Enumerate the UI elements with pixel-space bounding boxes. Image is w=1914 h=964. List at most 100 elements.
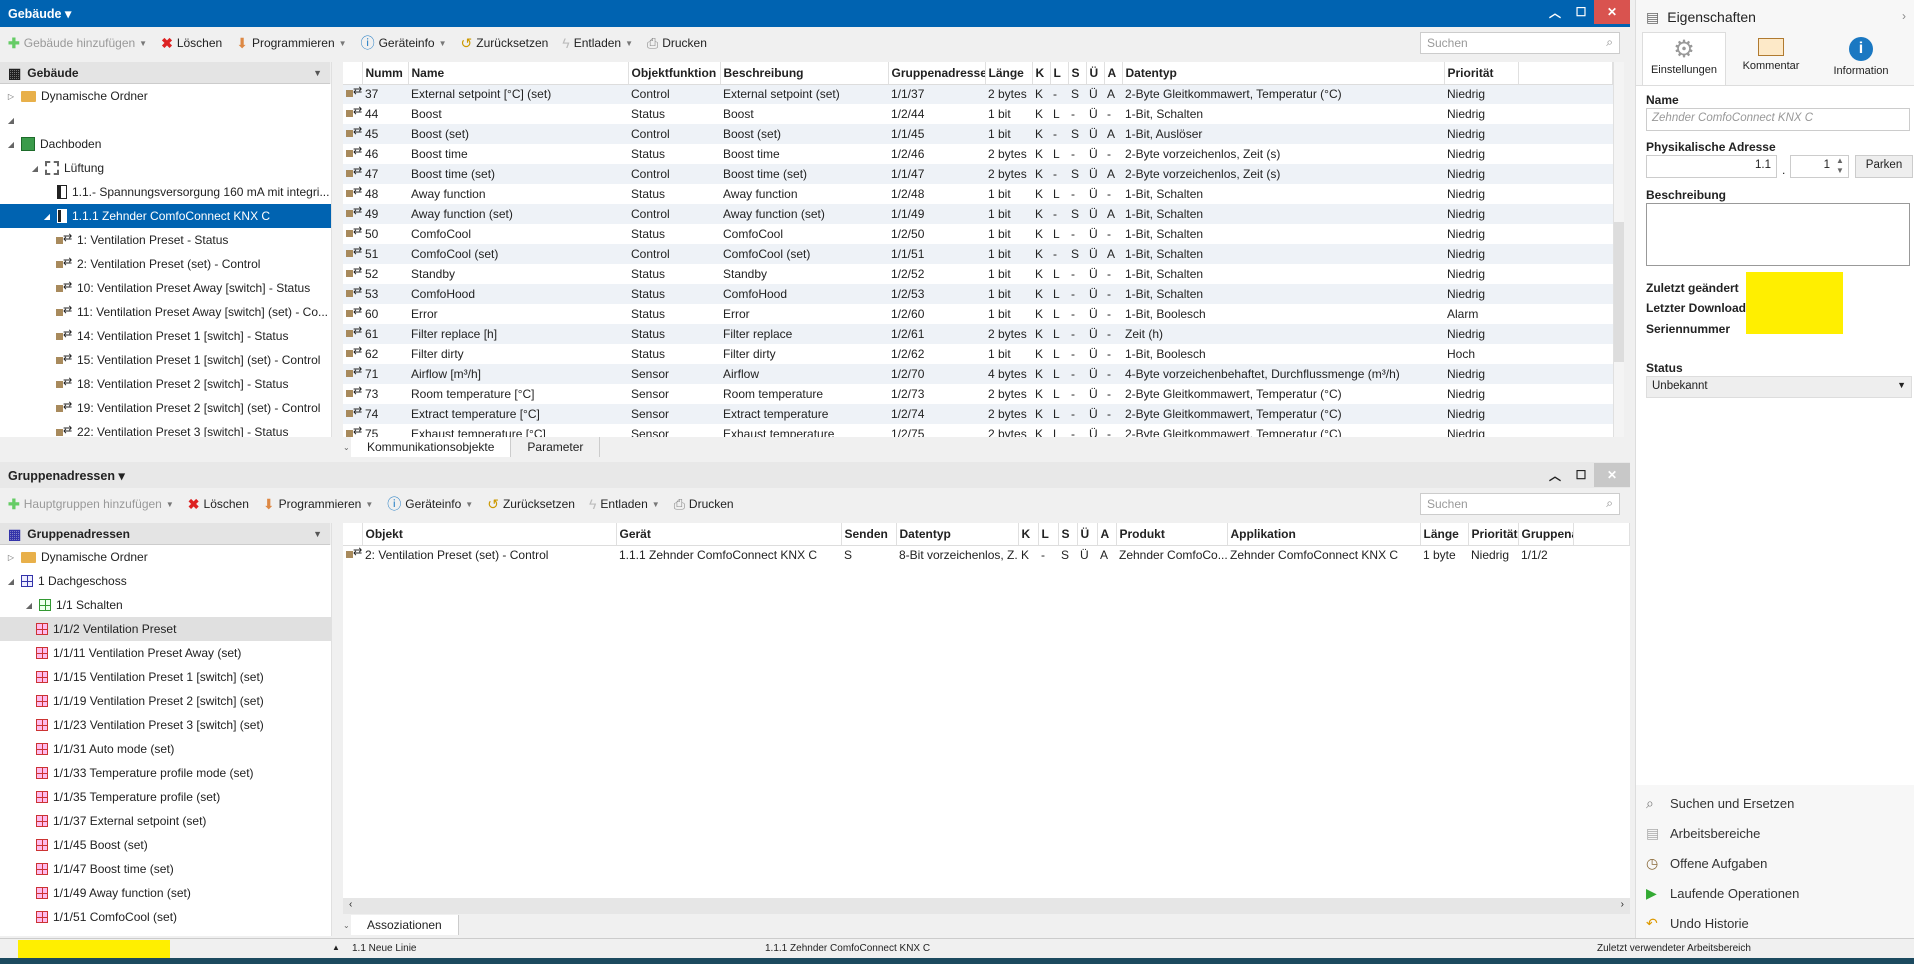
table-row[interactable]: 47Boost time (set)ControlBoost time (set… bbox=[343, 164, 1613, 184]
dropdown-arrow-icon[interactable]: ▼ bbox=[365, 500, 373, 509]
chevron-down-icon[interactable]: ▼ bbox=[313, 529, 322, 539]
reset-button[interactable]: ↺ Zurücksetzen bbox=[487, 497, 575, 511]
reset-button[interactable]: ↺ Zurücksetzen bbox=[461, 36, 549, 50]
tree-item[interactable]: 1/1/33 Temperature profile mode (set) bbox=[0, 761, 332, 785]
column-header[interactable]: Produkt bbox=[1116, 523, 1228, 546]
tab-einstellungen[interactable]: ⚙ Einstellungen bbox=[1642, 32, 1726, 86]
deviceinfo-button[interactable]: ⓘ Geräteinfo ▼ bbox=[361, 36, 447, 50]
search-input[interactable]: Suchen ⌕ bbox=[1420, 32, 1620, 54]
tree-item[interactable]: 1.1.- Spannungsversorgung 160 mA mit int… bbox=[0, 180, 332, 204]
expander-icon[interactable]: ◢ bbox=[24, 601, 34, 610]
dropdown-arrow-icon[interactable]: ▼ bbox=[465, 500, 473, 509]
dropdown-arrow-icon[interactable]: ▼ bbox=[625, 39, 633, 48]
horizontal-scrollbar[interactable]: ‹ › bbox=[343, 898, 1630, 914]
expander-icon[interactable]: ▷ bbox=[6, 92, 16, 101]
column-header[interactable]: A bbox=[1104, 62, 1123, 85]
table-row[interactable]: 71Airflow [m³/h]SensorAirflow1/2/704 byt… bbox=[343, 364, 1613, 384]
dropdown-arrow-icon[interactable]: ▼ bbox=[652, 500, 660, 509]
column-header[interactable]: Datentyp bbox=[1122, 62, 1445, 85]
close-icon[interactable]: ✕ bbox=[1594, 463, 1630, 487]
table-row[interactable]: 45Boost (set)ControlBoost (set)1/1/451 b… bbox=[343, 124, 1613, 144]
print-button[interactable]: ⎙ Drucken bbox=[674, 497, 734, 511]
panel-link[interactable]: ▶ Laufende Operationen bbox=[1646, 885, 1799, 902]
table-row[interactable]: 52StandbyStatusStandby1/2/521 bitKL-Ü-1-… bbox=[343, 264, 1613, 284]
column-header[interactable]: Länge bbox=[1420, 523, 1469, 546]
table-row[interactable]: 37External setpoint [°C] (set)ControlExt… bbox=[343, 84, 1613, 104]
table-row[interactable]: 53ComfoHoodStatusComfoHood1/2/531 bitKL-… bbox=[343, 284, 1613, 304]
column-header[interactable]: A bbox=[1097, 523, 1117, 546]
table-row[interactable]: 74Extract temperature [°C]SensorExtract … bbox=[343, 404, 1613, 424]
column-header[interactable]: Applikation bbox=[1227, 523, 1421, 546]
column-header[interactable]: Priorität bbox=[1468, 523, 1519, 546]
expander-icon[interactable]: ◢ bbox=[6, 140, 16, 149]
tree-item[interactable]: 1/1/45 Boost (set) bbox=[0, 833, 332, 857]
column-header[interactable]: Objektfunktion bbox=[628, 62, 721, 85]
building-panel-title[interactable]: Gebäude ▾ ︿ ☐ ✕ bbox=[0, 0, 1630, 27]
column-header[interactable]: Objekt bbox=[362, 523, 617, 546]
unload-button[interactable]: ϟ Entladen ▼ bbox=[562, 36, 633, 50]
column-header[interactable]: Ü bbox=[1086, 62, 1105, 85]
dropdown-arrow-icon[interactable]: ▼ bbox=[139, 39, 147, 48]
chevron-down-icon[interactable]: ⌄ bbox=[343, 443, 351, 452]
tree-item[interactable]: ▷ Dynamische Ordner bbox=[0, 84, 332, 108]
description-textarea[interactable] bbox=[1646, 203, 1910, 266]
maximize-icon[interactable]: ☐ bbox=[1568, 468, 1594, 482]
column-header[interactable]: K bbox=[1032, 62, 1051, 85]
table-row[interactable]: 46 Boost time Status Boost time 1/2/46 2 byte… bbox=[343, 144, 1613, 164]
tab-kommunikationsobjekte[interactable]: Kommunikationsobjekte bbox=[351, 437, 512, 457]
expander-icon[interactable]: ◢ bbox=[42, 212, 52, 221]
column-header[interactable]: Name bbox=[408, 62, 629, 85]
column-header[interactable]: S bbox=[1058, 523, 1078, 546]
add-button[interactable]: ✚ Hauptgruppen hinzufügen ▼ bbox=[8, 497, 174, 511]
tree-item[interactable]: 22: Ventilation Preset 3 [switch] - Stat… bbox=[0, 420, 332, 437]
column-header[interactable]: Ü bbox=[1077, 523, 1098, 546]
column-header[interactable]: L bbox=[1038, 523, 1059, 546]
tree-item[interactable]: 14: Ventilation Preset 1 [switch] - Stat… bbox=[0, 324, 332, 348]
tree-item[interactable]: ◢ 1 Dachgeschoss bbox=[0, 569, 332, 593]
program-button[interactable]: ⬇ Programmieren ▼ bbox=[236, 36, 346, 50]
column-header[interactable]: Senden bbox=[841, 523, 897, 546]
program-button[interactable]: ⬇ Programmieren ▼ bbox=[263, 497, 373, 511]
chevron-down-icon[interactable]: ⌄ bbox=[343, 921, 351, 930]
close-icon[interactable]: ✕ bbox=[1594, 0, 1630, 24]
chevron-right-icon[interactable]: › bbox=[1902, 9, 1906, 23]
expander-icon[interactable]: ▷ bbox=[6, 553, 16, 562]
tree-item[interactable]: 1/1/47 Boost time (set) bbox=[0, 857, 332, 881]
group-tree-header[interactable]: ▦ Gruppenadressen ▼ bbox=[0, 523, 330, 545]
column-header[interactable]: Beschreibung bbox=[720, 62, 889, 85]
table-row[interactable]: 2: Ventilation Preset (set) - Control 1.1… bbox=[343, 545, 1630, 565]
chevron-up-icon[interactable]: ▲ bbox=[332, 943, 340, 952]
table-row[interactable]: 44BoostStatusBoost1/2/441 bitKL-Ü-1-Bit,… bbox=[343, 104, 1613, 124]
table-scrollbar[interactable] bbox=[1613, 62, 1624, 437]
tree-scrollbar[interactable] bbox=[331, 523, 342, 936]
table-row[interactable]: 49Away function (set)ControlAway functio… bbox=[343, 204, 1613, 224]
dropdown-arrow-icon[interactable]: ▼ bbox=[166, 500, 174, 509]
unload-button[interactable]: ϟ Entladen ▼ bbox=[589, 497, 660, 511]
status-select[interactable]: Unbekannt ▼ bbox=[1646, 376, 1912, 398]
tree-item[interactable]: 1/1/37 External setpoint (set) bbox=[0, 809, 332, 833]
tree-item[interactable]: ◢ bbox=[0, 108, 332, 132]
table-row[interactable]: 73 Room temperature [°C] Sensor Room temper… bbox=[343, 384, 1613, 404]
column-header[interactable]: Priorität bbox=[1444, 62, 1519, 85]
add-button[interactable]: ✚ Gebäude hinzufügen ▼ bbox=[8, 36, 147, 50]
table-row[interactable]: 48 Away function Status Away function 1/2/48… bbox=[343, 184, 1613, 204]
tree-scrollbar[interactable] bbox=[331, 62, 342, 437]
park-button[interactable]: Parken bbox=[1855, 155, 1913, 178]
line-address-input[interactable]: 1.1 bbox=[1646, 155, 1777, 178]
tree-item[interactable]: 18: Ventilation Preset 2 [switch] - Stat… bbox=[0, 372, 332, 396]
tree-item[interactable]: ◢ Lüftung bbox=[0, 156, 332, 180]
column-header[interactable]: Länge bbox=[985, 62, 1033, 85]
tree-item[interactable]: 1/1/19 Ventilation Preset 2 [switch] (se… bbox=[0, 689, 332, 713]
expander-icon[interactable]: ◢ bbox=[6, 116, 16, 125]
dropdown-arrow-icon[interactable]: ▼ bbox=[339, 39, 347, 48]
tree-item[interactable]: 1/1/35 Temperature profile (set) bbox=[0, 785, 332, 809]
tab-kommentar[interactable]: Kommentar bbox=[1728, 32, 1814, 86]
table-row[interactable]: 50ComfoCoolStatusComfoCool1/2/501 bitKL-… bbox=[343, 224, 1613, 244]
spinner-icon[interactable]: ▲ ▼ bbox=[1836, 156, 1844, 176]
column-header[interactable]: Gruppenadresse bbox=[888, 62, 986, 85]
tab-information[interactable]: i Information bbox=[1816, 32, 1906, 86]
print-button[interactable]: ⎙ Drucken bbox=[647, 36, 707, 50]
tree-item[interactable]: ◢ 1/1 Schalten bbox=[0, 593, 332, 617]
panel-link[interactable]: ⌕ Suchen und Ersetzen bbox=[1646, 795, 1794, 812]
tree-item[interactable]: 1/1/2 Ventilation Preset bbox=[0, 617, 332, 641]
